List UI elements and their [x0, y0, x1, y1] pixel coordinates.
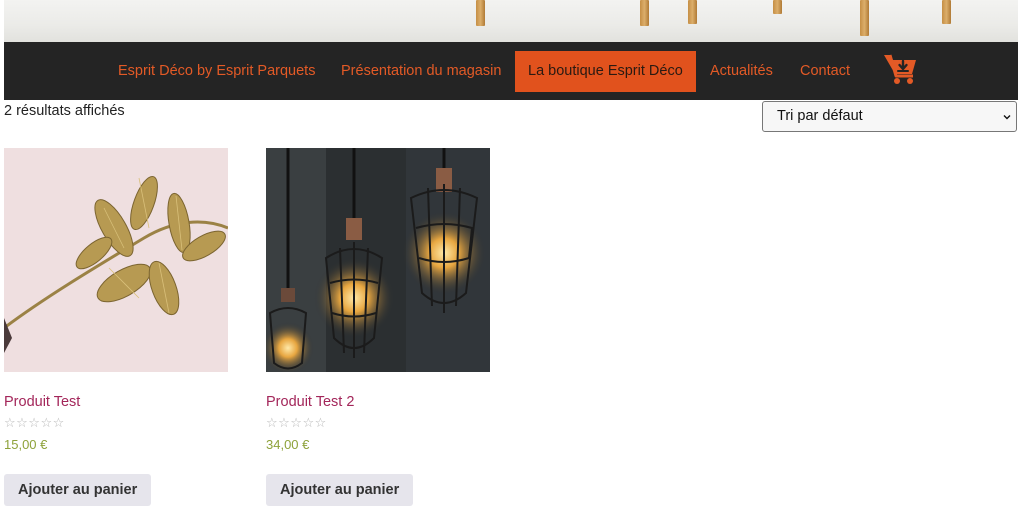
nav-item-contact[interactable]: Contact [800, 51, 850, 92]
product-image-golden-leaf[interactable] [4, 148, 228, 372]
add-to-cart-button[interactable]: Ajouter au panier [266, 474, 414, 506]
star-rating: ☆☆☆☆☆ [4, 416, 65, 431]
nav-item-esprit-deco[interactable]: Esprit Déco by Esprit Parquets [118, 51, 315, 92]
product-title[interactable]: Produit Test 2 [266, 394, 354, 410]
sort-select[interactable]: Tri par défaut [762, 101, 1017, 132]
nav-item-actualites[interactable]: Actualités [710, 51, 773, 92]
result-count: 2 résultats affichés [4, 103, 125, 119]
product-title[interactable]: Produit Test [4, 394, 80, 410]
product-image-edison-bulbs[interactable] [266, 148, 490, 372]
product-price: 15,00 € [4, 437, 48, 452]
product-card: Produit Test 2 ☆☆☆☆☆ 34,00 € Ajouter au … [266, 148, 490, 506]
nav-item-boutique[interactable]: La boutique Esprit Déco [515, 51, 696, 92]
hero-banner-image [4, 0, 1018, 42]
shopping-cart-download-icon[interactable] [882, 52, 920, 86]
main-navigation: Esprit Déco by Esprit Parquets Présentat… [4, 42, 1018, 100]
product-card: Produit Test ☆☆☆☆☆ 15,00 € Ajouter au pa… [4, 148, 228, 506]
chevron-down-icon [1003, 115, 1011, 120]
star-rating: ☆☆☆☆☆ [266, 416, 327, 431]
add-to-cart-button[interactable]: Ajouter au panier [4, 474, 152, 506]
sort-select-value: Tri par défaut [777, 108, 863, 124]
nav-item-presentation[interactable]: Présentation du magasin [341, 51, 501, 92]
product-price: 34,00 € [266, 437, 310, 452]
